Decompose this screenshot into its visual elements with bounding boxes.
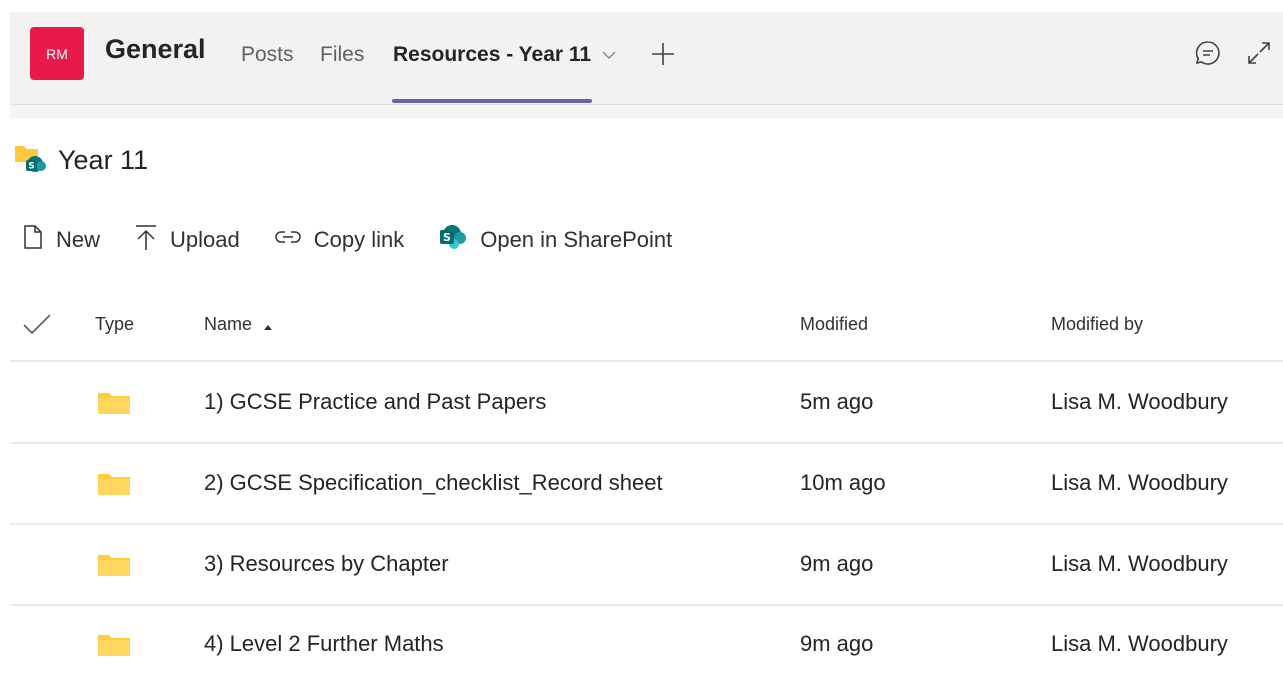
column-header-name-label: Name — [204, 314, 253, 334]
new-button-label: New — [56, 227, 101, 252]
open-in-sharepoint-label: Open in SharePoint — [480, 227, 673, 252]
add-tab-icon[interactable] — [650, 41, 676, 67]
copy-link-button[interactable]: Copy link — [274, 227, 404, 253]
folder-icon — [97, 552, 131, 583]
team-avatar-initials: RM — [46, 45, 68, 62]
link-icon — [274, 227, 314, 253]
table-header: Type Name Modified Modified by — [10, 300, 1283, 362]
chevron-down-icon[interactable] — [601, 48, 617, 62]
modified-time: 10m ago — [800, 470, 886, 495]
column-header-modified[interactable]: Modified — [800, 314, 868, 335]
command-bar: New Upload Copy link S Open in SharePoin… — [22, 222, 706, 258]
copy-link-label: Copy link — [313, 227, 405, 252]
new-button[interactable]: New — [22, 224, 100, 256]
tab-posts[interactable]: Posts — [241, 43, 294, 67]
table-row[interactable]: 2) GCSE Specification_checklist_Record s… — [10, 444, 1283, 525]
modified-by: Lisa M. Woodbury — [1051, 470, 1228, 495]
table-row[interactable]: 4) Level 2 Further Maths 9m ago Lisa M. … — [10, 605, 1283, 684]
channel-header: RM General Posts Files Resources - Year … — [10, 12, 1283, 105]
sort-ascending-icon — [263, 315, 273, 336]
open-in-sharepoint-button[interactable]: S Open in SharePoint — [438, 222, 672, 258]
expand-icon[interactable] — [1244, 38, 1274, 68]
tab-resources-year-11[interactable]: Resources - Year 11 — [393, 43, 591, 67]
modified-by: Lisa M. Woodbury — [1051, 389, 1228, 414]
folder-icon — [97, 632, 131, 663]
folder-icon — [97, 471, 131, 502]
team-avatar[interactable]: RM — [30, 27, 84, 80]
new-document-icon — [22, 224, 56, 256]
upload-button[interactable]: Upload — [134, 223, 240, 257]
select-all-checkmark-icon[interactable] — [22, 312, 52, 338]
breadcrumb: S Year 11 — [14, 140, 148, 180]
file-name[interactable]: 1) GCSE Practice and Past Papers — [204, 389, 546, 415]
chat-icon[interactable] — [1193, 38, 1223, 68]
modified-by: Lisa M. Woodbury — [1051, 551, 1228, 576]
file-name[interactable]: 4) Level 2 Further Maths — [204, 631, 444, 657]
folder-title: Year 11 — [58, 144, 149, 175]
sharepoint-icon: S — [438, 222, 480, 258]
svg-text:S: S — [443, 231, 451, 244]
column-header-modified-by[interactable]: Modified by — [1051, 314, 1143, 335]
modified-time: 5m ago — [800, 389, 874, 414]
header-divider — [10, 105, 1283, 118]
upload-icon — [134, 223, 170, 257]
column-header-type[interactable]: Type — [95, 314, 134, 335]
table-row[interactable]: 3) Resources by Chapter 9m ago Lisa M. W… — [10, 525, 1283, 606]
column-header-name[interactable]: Name — [204, 314, 273, 336]
table-row[interactable]: 1) GCSE Practice and Past Papers 5m ago … — [10, 363, 1283, 444]
channel-title: General — [105, 34, 206, 64]
sharepoint-folder-icon: S — [14, 142, 50, 178]
folder-icon — [97, 390, 131, 421]
modified-time: 9m ago — [800, 551, 874, 576]
modified-time: 9m ago — [800, 631, 874, 656]
tab-files[interactable]: Files — [320, 43, 364, 67]
active-tab-indicator — [392, 99, 592, 103]
file-name[interactable]: 3) Resources by Chapter — [204, 551, 449, 577]
upload-button-label: Upload — [170, 227, 240, 252]
file-name[interactable]: 2) GCSE Specification_checklist_Record s… — [204, 470, 663, 496]
svg-text:S: S — [28, 162, 34, 172]
modified-by: Lisa M. Woodbury — [1051, 631, 1228, 656]
